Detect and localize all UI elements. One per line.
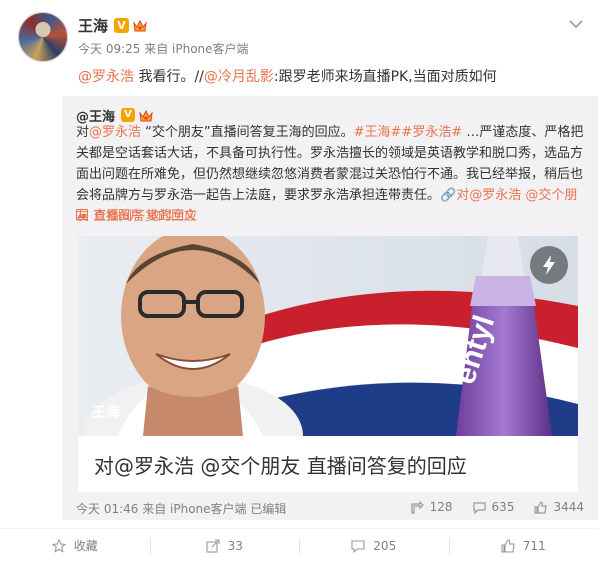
action-bar: 收藏 33 205 711 (0, 528, 598, 562)
repost-stats: 128 635 3444 (411, 500, 584, 514)
repost-count-label: 33 (227, 538, 243, 553)
verified-badge-icon: V (114, 17, 130, 33)
repost-count-value: 128 (429, 500, 453, 514)
repost-footer: 今天 01:46 来自 iPhone客户端 已编辑 128 635 3444 (76, 500, 584, 518)
repost-count[interactable]: 128 (411, 500, 453, 514)
view-image-link[interactable]: 查看图片 (94, 206, 142, 223)
repost-actions: 查看图片 收起全文 (76, 206, 196, 223)
link-icon: 🔗 (440, 188, 457, 203)
author-name[interactable]: 王海 (78, 15, 108, 36)
repost-button[interactable]: 33 (149, 529, 300, 562)
play-badge-icon[interactable] (530, 246, 568, 284)
like-button[interactable]: 711 (448, 529, 598, 562)
hashtag-link[interactable]: #王海##罗永浩# (354, 125, 463, 140)
like-count[interactable]: 3444 (534, 500, 584, 514)
article-card[interactable]: 对@罗永浩 @交个朋友 直播间答复的回应 (78, 436, 578, 492)
post-text: @罗永浩 我看行。//@冷月乱影:跟罗老师来场直播PK,当面对质如何 (78, 66, 588, 88)
weibo-post-card: 王海 V 今天 09:25 来自 iPhone客户端 @罗永浩 我看行。//@冷… (0, 0, 598, 562)
photo-tag: 王海 (92, 405, 120, 421)
vip-crown-icon (138, 108, 154, 123)
verified-badge-icon: V (121, 108, 136, 122)
collapse-link[interactable]: 收起全文 (148, 206, 196, 223)
mention-link[interactable]: @罗永浩 (78, 69, 134, 85)
chevron-down-icon[interactable] (568, 18, 584, 30)
repost-text-part: 对 (76, 125, 90, 140)
share-icon (411, 500, 424, 514)
share-icon (206, 538, 220, 553)
cover-illustration: entyl (78, 236, 578, 436)
article-cover-image[interactable]: entyl 王海 (78, 236, 578, 436)
thumbs-up-icon (501, 538, 515, 553)
comment-count[interactable]: 635 (472, 500, 515, 514)
vip-crown-icon (132, 18, 148, 33)
favorite-button[interactable]: 收藏 (0, 529, 150, 562)
comment-button[interactable]: 205 (299, 529, 449, 562)
reposted-weibo: @王海 V 对@罗永浩 “交个朋友”直播间答复王海的回应。#王海##罗永浩# …… (62, 96, 598, 520)
post-meta: 今天 09:25 来自 iPhone客户端 (78, 42, 249, 56)
like-count-label: 711 (522, 538, 546, 553)
comment-count-label: 205 (373, 538, 397, 553)
author-row: 王海 V (78, 14, 148, 36)
star-icon (51, 538, 66, 553)
comment-count-value: 635 (491, 500, 515, 514)
mention-link[interactable]: @罗永浩 (89, 125, 141, 140)
like-count-value: 3444 (553, 500, 584, 514)
image-icon (76, 209, 88, 220)
favorite-label: 收藏 (73, 539, 98, 553)
thumbs-up-icon (534, 500, 548, 514)
article-title: 对@罗永浩 @交个朋友 直播间答复的回应 (94, 454, 467, 478)
comment-icon (351, 539, 365, 553)
mention-link[interactable]: @冷月乱影 (204, 69, 274, 85)
post-text-part: 我看行。// (134, 69, 204, 85)
comment-icon (472, 501, 486, 514)
post-text-part: :跟罗老师来场直播PK,当面对质如何 (273, 69, 497, 85)
author-avatar[interactable] (18, 12, 68, 62)
repost-meta: 今天 01:46 来自 iPhone客户端 已编辑 (76, 502, 287, 516)
repost-text-part: “交个朋友”直播间答复王海的回应。 (141, 125, 354, 140)
